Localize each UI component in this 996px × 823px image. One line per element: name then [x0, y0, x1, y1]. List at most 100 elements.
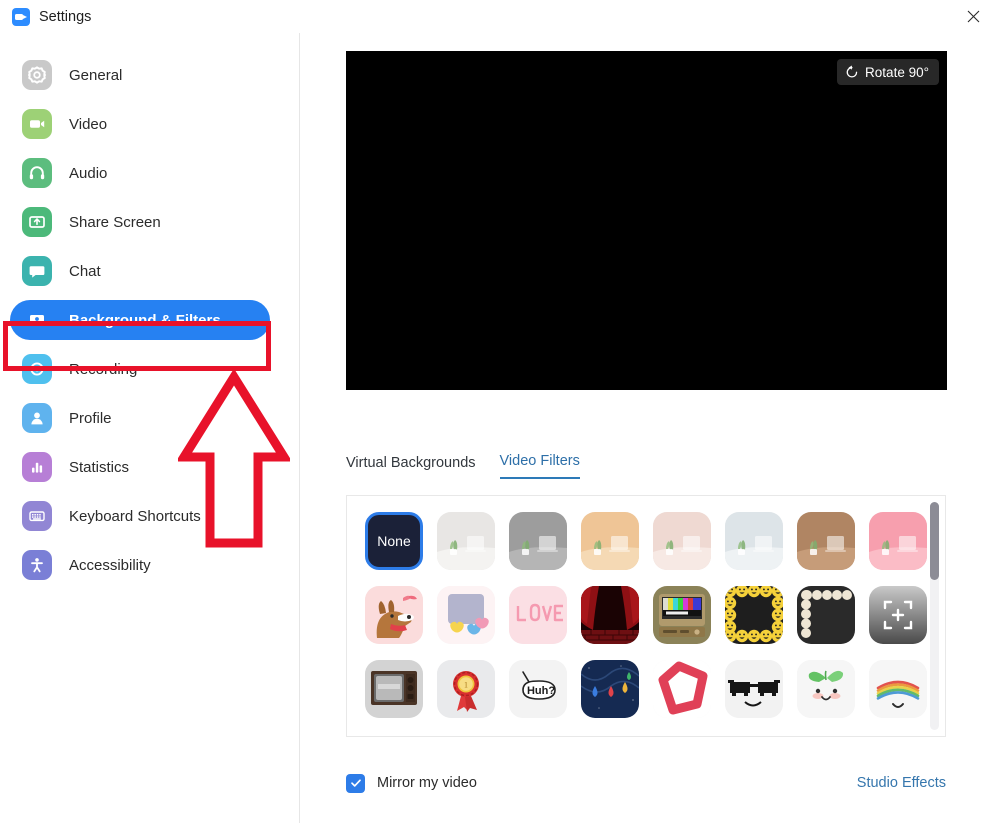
close-button[interactable] — [950, 0, 996, 32]
filter-tile-none-label: None — [377, 533, 410, 549]
filter-tile-emoji-frame[interactable] — [725, 586, 783, 644]
sidebar-item-audio[interactable]: Audio — [10, 153, 270, 193]
filter-tile-normal[interactable] — [437, 512, 495, 570]
sidebar-item-label: Recording — [69, 361, 137, 378]
sidebar-item-label: Keyboard Shortcuts — [69, 508, 201, 525]
gear-icon — [22, 60, 52, 90]
filter-tile-cell — [718, 653, 790, 725]
mirror-my-video-checkbox[interactable] — [346, 774, 365, 793]
record-icon — [22, 354, 52, 384]
filter-tile-cell — [646, 505, 718, 577]
mirror-my-video-label: Mirror my video — [377, 775, 477, 791]
studio-effects-link[interactable]: Studio Effects — [857, 775, 946, 791]
filter-tabs: Virtual Backgrounds Video Filters — [346, 453, 580, 479]
filter-tile-cool[interactable] — [725, 512, 783, 570]
chat-bubble-icon — [22, 256, 52, 286]
sidebar-item-recording[interactable]: Recording — [10, 349, 270, 389]
close-icon — [967, 10, 980, 23]
filter-tile-award-ribbon[interactable]: 1 — [437, 660, 495, 718]
video-camera-icon — [22, 109, 52, 139]
filter-tile-cell — [718, 579, 790, 651]
filter-tile-retro-tv[interactable] — [653, 586, 711, 644]
filter-tile-pearls[interactable] — [797, 586, 855, 644]
filter-tile-cell — [574, 505, 646, 577]
filter-tile-cell — [574, 653, 646, 725]
sidebar-item-profile[interactable]: Profile — [10, 398, 270, 438]
tab-video-filters[interactable]: Video Filters — [500, 453, 580, 479]
sidebar-item-label: Accessibility — [69, 557, 151, 574]
checkmark-icon — [350, 777, 362, 789]
sidebar-item-general[interactable]: General — [10, 55, 270, 95]
tab-virtual-backgrounds[interactable]: Virtual Backgrounds — [346, 455, 476, 479]
filter-tile-sprout-face[interactable] — [797, 660, 855, 718]
filter-tile-sunglasses[interactable] — [725, 660, 783, 718]
filter-tile-cell — [862, 579, 934, 651]
filter-tile-sepia[interactable] — [797, 512, 855, 570]
filter-tile-warm[interactable] — [581, 512, 639, 570]
filters-scrollbar-thumb[interactable] — [930, 502, 939, 580]
person-icon — [22, 403, 52, 433]
sidebar-item-label: Video — [69, 116, 107, 133]
main-panel: Rotate 90° Virtual Backgrounds Video Fil… — [300, 33, 996, 823]
filter-tile-cell — [646, 579, 718, 651]
filter-tile-cell — [502, 505, 574, 577]
filter-tile-cell — [862, 653, 934, 725]
svg-text:1: 1 — [464, 681, 468, 690]
filter-tile-cell — [430, 505, 502, 577]
sidebar-item-keyboard-shortcuts[interactable]: Keyboard Shortcuts — [10, 496, 270, 536]
sidebar-item-label: Profile — [69, 410, 112, 427]
sidebar: General Video Audio Share Screen Chat Backgro… — [0, 33, 300, 823]
filter-tile-cell — [646, 653, 718, 725]
svg-text:Huh?: Huh? — [527, 685, 555, 697]
sidebar-item-label: Share Screen — [69, 214, 161, 231]
sidebar-item-label: Statistics — [69, 459, 129, 476]
window-title: Settings — [39, 9, 91, 25]
filter-tile-love[interactable] — [509, 586, 567, 644]
filter-tile-vintage-tv[interactable] — [365, 660, 423, 718]
sidebar-item-chat[interactable]: Chat — [10, 251, 270, 291]
filter-tile-curtains[interactable] — [581, 586, 639, 644]
bottom-controls: Mirror my video Studio Effects — [346, 768, 946, 798]
rotate-90-button[interactable]: Rotate 90° — [837, 59, 939, 85]
title-bar: Settings — [0, 0, 996, 34]
filter-tile-cell — [502, 579, 574, 651]
filter-tile-hearts-frame[interactable] — [437, 586, 495, 644]
filters-scrollbar[interactable] — [930, 502, 939, 730]
filter-tile-huh-bubble[interactable]: Huh? — [509, 660, 567, 718]
filter-tile-cell: 1 — [430, 653, 502, 725]
filter-tile-cell: None — [358, 505, 430, 577]
sidebar-item-share-screen[interactable]: Share Screen — [10, 202, 270, 242]
filter-tile-string-lights[interactable] — [581, 660, 639, 718]
sidebar-item-label: Audio — [69, 165, 107, 182]
filter-tile-cell — [790, 579, 862, 651]
filter-tile-cell: Huh? — [502, 653, 574, 725]
filter-tile-heart-outline[interactable] — [653, 660, 711, 718]
filter-tile-cell — [430, 579, 502, 651]
filter-tile-soft-pink[interactable] — [653, 512, 711, 570]
sidebar-item-video[interactable]: Video — [10, 104, 270, 144]
sidebar-item-statistics[interactable]: Statistics — [10, 447, 270, 487]
video-filters-panel: None 1 Huh? — [346, 495, 946, 737]
accessibility-icon — [22, 550, 52, 580]
filter-tile-vivid-pink[interactable] — [869, 512, 927, 570]
mirror-my-video-row[interactable]: Mirror my video — [346, 774, 477, 793]
video-preview: Rotate 90° — [346, 51, 947, 390]
filter-tile-black-and-white[interactable] — [509, 512, 567, 570]
bar-chart-icon — [22, 452, 52, 482]
filter-tile-focus-frame[interactable] — [869, 586, 927, 644]
filter-tile-corgi[interactable] — [365, 586, 423, 644]
filter-tile-rainbow[interactable] — [869, 660, 927, 718]
filter-tile-cell — [358, 653, 430, 725]
filter-tile-cell — [862, 505, 934, 577]
zoom-video-icon — [12, 8, 30, 26]
rotate-90-label: Rotate 90° — [865, 65, 929, 80]
rotate-ccw-icon — [845, 65, 859, 79]
sidebar-item-accessibility[interactable]: Accessibility — [10, 545, 270, 585]
filter-tile-none[interactable]: None — [365, 512, 423, 570]
filter-tile-cell — [574, 579, 646, 651]
sidebar-item-label: Chat — [69, 263, 101, 280]
filter-tile-cell — [790, 653, 862, 725]
sidebar-item-label: Background & Filters — [69, 312, 221, 329]
sidebar-item-background-filters[interactable]: Background & Filters — [10, 300, 270, 340]
keyboard-icon — [22, 501, 52, 531]
